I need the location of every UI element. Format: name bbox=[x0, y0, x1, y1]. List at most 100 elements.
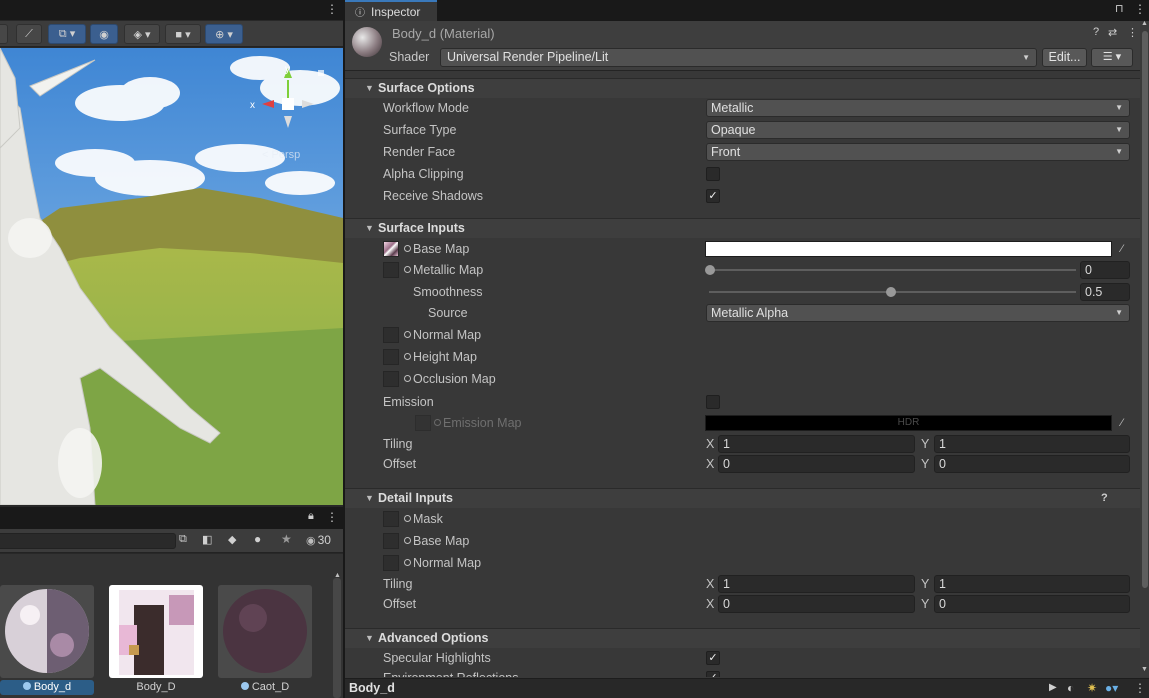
tiling-x-field[interactable]: 1 bbox=[718, 435, 915, 453]
background-icon[interactable]: ●▾ bbox=[1105, 681, 1118, 695]
layer-visibility-button[interactable]: ⧉ ▾ bbox=[48, 24, 86, 44]
persp-label[interactable]: < Persp bbox=[262, 149, 300, 161]
object-picker-icon[interactable] bbox=[404, 353, 411, 360]
scroll-down-icon[interactable]: ▼ bbox=[1141, 666, 1148, 673]
object-picker-icon[interactable] bbox=[404, 515, 411, 522]
warning-icon[interactable]: ● bbox=[254, 532, 261, 546]
smoothness-slider-knob[interactable] bbox=[886, 287, 896, 297]
object-picker-icon[interactable] bbox=[404, 266, 411, 273]
asset-item[interactable]: Body_D bbox=[109, 585, 203, 697]
shader-dropdown[interactable]: Universal Render Pipeline/Lit ▼ bbox=[440, 48, 1037, 67]
eyedropper-icon[interactable]: ⁄ bbox=[1115, 415, 1129, 431]
more-options-icon[interactable]: ⋮ bbox=[1134, 2, 1146, 16]
help-icon[interactable]: ? bbox=[1093, 26, 1099, 38]
eye-icon-button[interactable]: ◉ bbox=[90, 24, 118, 44]
play-icon[interactable]: ▶ bbox=[1049, 682, 1057, 693]
edit-shader-button[interactable]: Edit... bbox=[1042, 48, 1087, 67]
section-advanced-options[interactable]: ▼ Advanced Options bbox=[345, 628, 1140, 648]
asset-name: Body_d bbox=[0, 680, 94, 695]
surface-type-dropdown[interactable]: Opaque ▼ bbox=[706, 121, 1130, 139]
occlusion-map-texture-slot[interactable] bbox=[383, 371, 399, 387]
tab-inspector[interactable]: ⓘ Inspector bbox=[345, 0, 437, 21]
metallic-slider-knob[interactable] bbox=[705, 265, 715, 275]
emission-color-field[interactable]: HDR bbox=[705, 415, 1112, 431]
project-scrollbar[interactable] bbox=[333, 578, 341, 698]
scroll-up-icon[interactable]: ▲ bbox=[334, 572, 341, 579]
sphere-mesh-icon[interactable]: ◐ bbox=[1067, 681, 1074, 695]
detail-offset-x-field[interactable]: 0 bbox=[718, 595, 915, 613]
help-icon[interactable]: ? bbox=[1101, 489, 1108, 508]
search-input[interactable] bbox=[0, 533, 176, 549]
detail-normal-map-texture-slot[interactable] bbox=[383, 555, 399, 571]
lock-icon[interactable]: ⊓ bbox=[1115, 2, 1124, 15]
object-picker-icon[interactable] bbox=[404, 245, 411, 252]
asset-item[interactable]: Caot_D bbox=[218, 585, 312, 697]
asset-item[interactable]: Body_d bbox=[0, 585, 94, 697]
specular-highlights-row: Specular Highlights ✓ bbox=[345, 648, 1140, 668]
camera-button[interactable]: ■ ▾ bbox=[165, 24, 201, 44]
normal-map-texture-slot[interactable] bbox=[383, 327, 399, 343]
scroll-up-icon[interactable]: ▲ bbox=[1141, 20, 1148, 27]
more-options-icon[interactable]: ⋮ bbox=[326, 510, 338, 524]
shader-label: Shader bbox=[389, 50, 430, 64]
lock-icon[interactable] bbox=[318, 70, 324, 76]
layers-button[interactable]: ◈ ▾ bbox=[124, 24, 160, 44]
occlusion-map-label: Occlusion Map bbox=[404, 369, 496, 389]
light-icon[interactable]: ✷ bbox=[1087, 681, 1097, 695]
section-surface-options[interactable]: ▼ Surface Options bbox=[345, 78, 1140, 98]
more-options-icon[interactable]: ⋮ bbox=[326, 2, 338, 16]
specular-highlights-checkbox[interactable]: ✓ bbox=[706, 651, 720, 665]
label-icon[interactable]: ◆ bbox=[228, 533, 236, 546]
offset-x-field[interactable]: 0 bbox=[718, 455, 915, 473]
gizmos-button[interactable]: ⊕ ▾ bbox=[205, 24, 243, 44]
emission-map-texture-slot[interactable] bbox=[415, 415, 431, 431]
detail-offset-y-field[interactable]: 0 bbox=[934, 595, 1130, 613]
more-options-icon[interactable]: ⋮ bbox=[1134, 681, 1146, 695]
search-by-type-icon[interactable]: ⧉ bbox=[179, 533, 187, 546]
gizmo-toggle-button[interactable]: ⟋ bbox=[16, 24, 42, 44]
detail-tiling-y-field[interactable]: 1 bbox=[934, 575, 1130, 593]
favorite-star-icon[interactable]: ★ bbox=[281, 532, 292, 546]
detail-mask-texture-slot[interactable] bbox=[383, 511, 399, 527]
source-dropdown[interactable]: Metallic Alpha ▼ bbox=[706, 304, 1130, 322]
preset-icon[interactable]: ⇄ bbox=[1108, 26, 1117, 39]
lock-icon[interactable]: 🔒︎ bbox=[308, 510, 314, 523]
emission-checkbox[interactable] bbox=[706, 395, 720, 409]
object-picker-icon[interactable] bbox=[404, 537, 411, 544]
scroll-thumb[interactable] bbox=[1142, 31, 1148, 588]
detail-tiling-x-field[interactable]: 1 bbox=[718, 575, 915, 593]
toggle-button[interactable] bbox=[0, 24, 8, 44]
workflow-mode-dropdown[interactable]: Metallic ▼ bbox=[706, 99, 1130, 117]
height-map-texture-slot[interactable] bbox=[383, 349, 399, 365]
object-picker-icon[interactable] bbox=[404, 375, 411, 382]
tiling-y-field[interactable]: 1 bbox=[934, 435, 1130, 453]
filter-icon[interactable]: ◧ bbox=[202, 533, 212, 546]
eyedropper-icon[interactable]: ⁄ bbox=[1115, 241, 1129, 257]
object-picker-icon[interactable] bbox=[404, 331, 411, 338]
detail-base-map-texture-slot[interactable] bbox=[383, 533, 399, 549]
render-face-dropdown[interactable]: Front ▼ bbox=[706, 143, 1130, 161]
environment-reflections-checkbox[interactable]: ✓ bbox=[706, 671, 720, 677]
alpha-clipping-checkbox[interactable] bbox=[706, 167, 720, 181]
metallic-slider-track[interactable] bbox=[709, 269, 1076, 271]
inspector-scrollbar[interactable]: ▲ ▼ bbox=[1140, 20, 1149, 677]
smoothness-value-field[interactable]: 0.5 bbox=[1080, 283, 1130, 301]
metallic-map-texture-slot[interactable] bbox=[383, 262, 399, 278]
base-map-color-field[interactable] bbox=[705, 241, 1112, 257]
base-map-texture-slot[interactable] bbox=[383, 241, 399, 257]
section-surface-inputs[interactable]: ▼ Surface Inputs bbox=[345, 218, 1140, 238]
scene-viewport[interactable]: x y < Persp bbox=[0, 48, 343, 505]
object-picker-icon[interactable] bbox=[404, 559, 411, 566]
scene-toolbar: ⟋ ⧉ ▾ ◉ ◈ ▾ ■ ▾ ⊕ ▾ bbox=[0, 21, 343, 47]
normal-map-row: Normal Map bbox=[345, 325, 1140, 345]
metallic-value-field[interactable]: 0 bbox=[1080, 261, 1130, 279]
project-toolbar: ⧉ ◧ ◆ ● ★ ◉ 30 bbox=[0, 529, 343, 553]
shader-list-button[interactable]: ☰ ▾ bbox=[1091, 48, 1133, 67]
more-options-icon[interactable]: ⋮ bbox=[1127, 26, 1138, 39]
receive-shadows-checkbox[interactable]: ✓ bbox=[706, 189, 720, 203]
section-detail-inputs[interactable]: ▼ Detail Inputs ? bbox=[345, 488, 1140, 508]
offset-y-field[interactable]: 0 bbox=[934, 455, 1130, 473]
object-picker-icon[interactable] bbox=[434, 419, 441, 426]
preview-footer: Body_d ▶ ◐ ✷ ●▾ ⋮ bbox=[345, 678, 1149, 698]
hidden-count-icon[interactable]: ◉ 30 bbox=[306, 533, 331, 547]
